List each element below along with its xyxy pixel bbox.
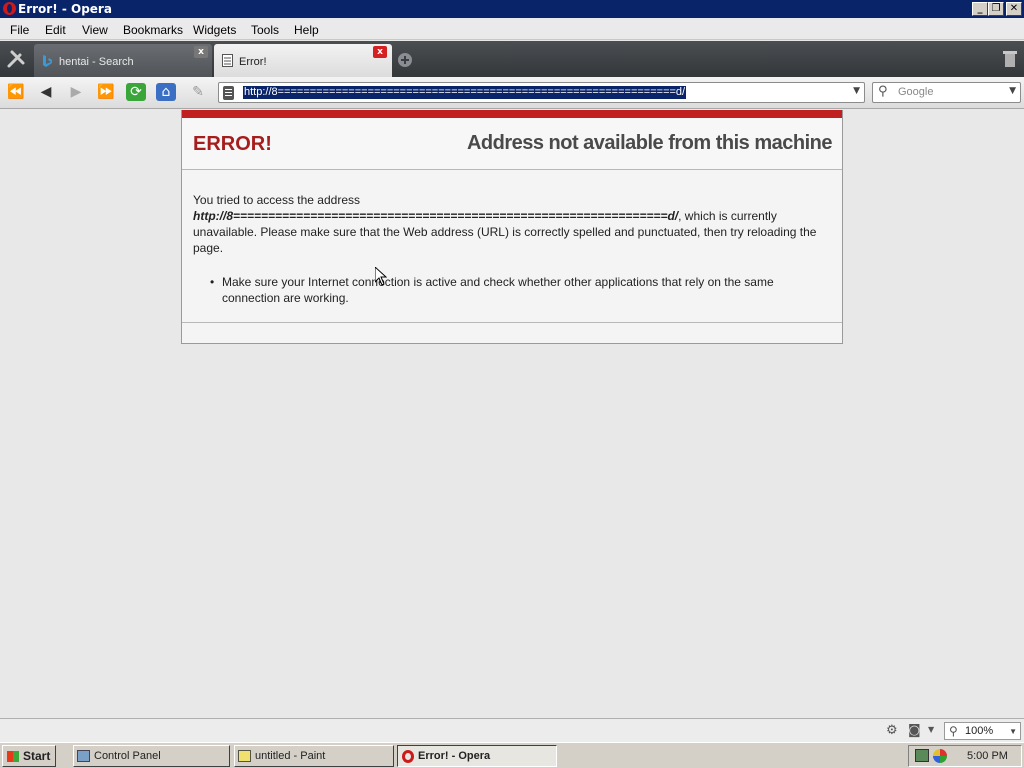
page-icon <box>222 54 233 67</box>
error-accent-bar <box>182 110 842 118</box>
control-panel-icon <box>77 750 90 762</box>
back-icon[interactable]: ◀ <box>36 83 56 101</box>
navigation-toolbar: ⏪ ◀ ▶ ⏩ ⟳ ⌂ ✎ http://8==================… <box>0 77 1024 109</box>
start-button[interactable]: Start <box>2 745 56 767</box>
search-icon: ⚲ <box>878 84 888 99</box>
network-icon[interactable] <box>915 749 929 762</box>
task-paint[interactable]: untitled - Paint <box>234 745 394 767</box>
paint-icon <box>238 750 251 762</box>
tab-label: hentai - Search <box>59 56 134 68</box>
trash-icon[interactable] <box>1002 49 1018 69</box>
address-input[interactable]: http://8================================… <box>243 86 687 99</box>
status-bar: ⚙ ◙ ▼ ⚲ 100% ▼ <box>0 718 1024 742</box>
error-url: http://8================================… <box>193 209 679 223</box>
menu-help[interactable]: Help <box>294 23 319 37</box>
menu-bar: File Edit View Bookmarks Widgets Tools H… <box>0 18 1024 40</box>
menu-bookmarks[interactable]: Bookmarks <box>123 23 183 37</box>
task-label: Error! - Opera <box>418 750 491 762</box>
menu-file[interactable]: File <box>10 23 29 37</box>
minimize-button[interactable]: _ <box>972 2 988 16</box>
address-dropdown-icon[interactable]: ▼ <box>853 86 860 96</box>
system-tray: 5:00 PM <box>908 745 1022 767</box>
rewind-icon[interactable]: ⏪ <box>6 83 26 101</box>
zoom-icon: ⚲ <box>949 724 958 738</box>
camera-icon[interactable]: ◙ <box>908 723 921 738</box>
tools-icon[interactable] <box>6 49 26 69</box>
new-tab-icon[interactable] <box>396 51 414 69</box>
search-box[interactable]: ⚲ Google ▼ <box>872 82 1021 103</box>
clock[interactable]: 5:00 PM <box>967 746 1008 766</box>
menu-edit[interactable]: Edit <box>45 23 66 37</box>
opera-icon <box>402 750 414 763</box>
menu-widgets[interactable]: Widgets <box>193 23 236 37</box>
error-card: ERROR! Address not available from this m… <box>181 110 843 344</box>
windows-logo-icon <box>7 751 19 762</box>
edit-icon[interactable]: ✎ <box>188 83 208 101</box>
tab-close-icon[interactable]: x <box>194 46 208 58</box>
camera-dropdown-icon[interactable]: ▼ <box>928 725 934 734</box>
zoom-control[interactable]: ⚲ 100% ▼ <box>944 722 1021 740</box>
task-label: untitled - Paint <box>255 750 326 762</box>
error-intro: You tried to access the address <box>193 193 360 207</box>
task-label: Control Panel <box>94 750 161 762</box>
task-control-panel[interactable]: Control Panel <box>73 745 230 767</box>
error-message: You tried to access the address http://8… <box>193 192 833 256</box>
opera-logo-icon <box>3 2 16 15</box>
tab-close-icon[interactable]: x <box>373 46 387 58</box>
turbo-icon[interactable]: ⚙ <box>886 723 898 738</box>
zoom-dropdown-icon[interactable]: ▼ <box>1009 724 1017 740</box>
start-label: Start <box>23 749 51 763</box>
tab-bar: hentai - Search x Error! x <box>0 41 1024 77</box>
mouse-cursor-icon <box>375 267 387 286</box>
tab-label: Error! <box>239 56 267 68</box>
card-divider <box>182 322 842 323</box>
error-label: ERROR! <box>193 133 272 155</box>
taskbar: Start Control Panel untitled - Paint Err… <box>0 742 1024 768</box>
fast-forward-icon[interactable]: ⏩ <box>96 83 116 101</box>
menu-tools[interactable]: Tools <box>251 23 279 37</box>
zoom-value: 100% <box>965 725 994 737</box>
tab-hentai-search[interactable]: hentai - Search x <box>34 44 212 77</box>
bing-icon <box>43 55 52 67</box>
window-title: Error! - Opera <box>18 2 112 16</box>
security-icon[interactable] <box>933 749 947 763</box>
search-engine-dropdown-icon[interactable]: ▼ <box>1009 86 1016 96</box>
reload-icon[interactable]: ⟳ <box>126 83 146 101</box>
address-bar[interactable]: http://8================================… <box>218 82 865 103</box>
search-input[interactable]: Google <box>898 86 933 98</box>
restore-button[interactable]: ❐ <box>988 2 1004 16</box>
page-content: ERROR! Address not available from this m… <box>0 110 1024 718</box>
tab-error[interactable]: Error! x <box>214 44 392 77</box>
suggestion-list: Make sure your Internet connection is ac… <box>222 274 832 306</box>
home-icon[interactable]: ⌂ <box>156 83 176 101</box>
error-header: ERROR! Address not available from this m… <box>182 118 842 170</box>
error-title: Address not available from this machine <box>466 132 833 154</box>
page-info-icon[interactable] <box>223 86 234 100</box>
task-opera[interactable]: Error! - Opera <box>397 745 557 767</box>
forward-icon[interactable]: ▶ <box>66 83 86 101</box>
window-titlebar: Error! - Opera _ ❐ ✕ <box>0 0 1024 18</box>
list-item: Make sure your Internet connection is ac… <box>222 274 832 306</box>
close-button[interactable]: ✕ <box>1006 2 1022 16</box>
menu-view[interactable]: View <box>82 23 108 37</box>
